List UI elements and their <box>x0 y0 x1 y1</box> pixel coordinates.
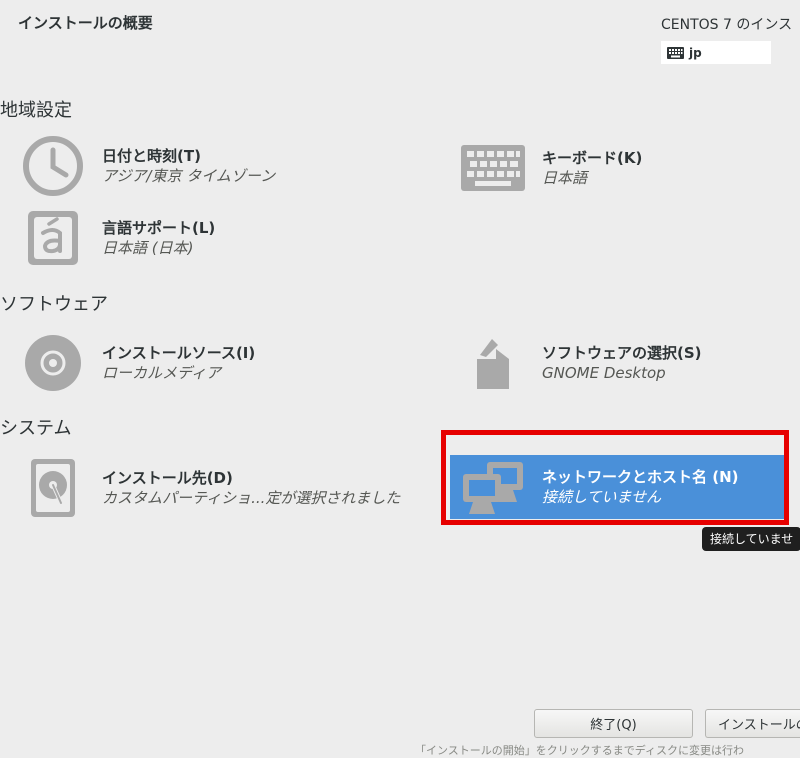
spoke-language-title: 言語サポート(L) <box>102 219 216 237</box>
hard-disk-icon <box>31 459 75 517</box>
begin-installation-button[interactable]: インストールの <box>705 709 800 738</box>
language-icon <box>28 211 78 265</box>
spoke-datetime-status: アジア/東京 タイムゾーン <box>102 167 276 185</box>
spoke-install-destination-status: カスタムパーティショ...定が選択されました <box>102 489 401 507</box>
quit-button[interactable]: 終了(Q) <box>534 709 693 738</box>
spoke-language-status: 日本語 (日本) <box>102 239 194 257</box>
highlight-box <box>441 430 789 525</box>
product-title: CENTOS 7 のインス <box>661 17 793 33</box>
disc-icon <box>25 335 81 391</box>
network-tooltip: 接続していませ <box>702 527 800 551</box>
spoke-software-selection-status: GNOME Desktop <box>542 364 666 382</box>
section-localization: 地域設定 <box>0 100 72 121</box>
spoke-keyboard-status: 日本語 <box>542 169 588 187</box>
spoke-software-selection-title: ソフトウェアの選択(S) <box>542 344 702 362</box>
spoke-datetime[interactable]: 日付と時刻(T) アジア/東京 タイムゾーン <box>20 133 275 199</box>
keyboard-large-icon <box>461 145 525 191</box>
keyboard-icon <box>667 46 684 59</box>
page-title: インストールの概要 <box>18 14 153 32</box>
spoke-software-selection[interactable]: ソフトウェアの選択(S) GNOME Desktop <box>460 330 702 396</box>
section-system: システム <box>0 418 72 439</box>
clock-icon <box>23 136 83 196</box>
spoke-keyboard[interactable]: キーボード(K) 日本語 <box>460 135 642 201</box>
spoke-keyboard-title: キーボード(K) <box>542 149 643 167</box>
spoke-datetime-title: 日付と時刻(T) <box>102 147 201 165</box>
keyboard-layout-indicator[interactable]: jp <box>661 41 771 64</box>
spoke-install-source[interactable]: インストールソース(I) ローカルメディア <box>20 330 255 396</box>
spoke-install-source-status: ローカルメディア <box>102 364 221 382</box>
section-software: ソフトウェア <box>0 294 108 315</box>
footer-note: 「インストールの開始」をクリックするまでディスクに変更は行わ <box>415 744 745 757</box>
spoke-install-destination-title: インストール先(D) <box>102 469 233 487</box>
spoke-install-destination[interactable]: インストール先(D) カスタムパーティショ...定が選択されました <box>20 455 400 521</box>
spoke-install-source-title: インストールソース(I) <box>102 344 256 362</box>
spoke-language[interactable]: 言語サポート(L) 日本語 (日本) <box>20 205 215 271</box>
keyboard-layout-label: jp <box>689 45 702 60</box>
package-icon <box>477 339 509 389</box>
